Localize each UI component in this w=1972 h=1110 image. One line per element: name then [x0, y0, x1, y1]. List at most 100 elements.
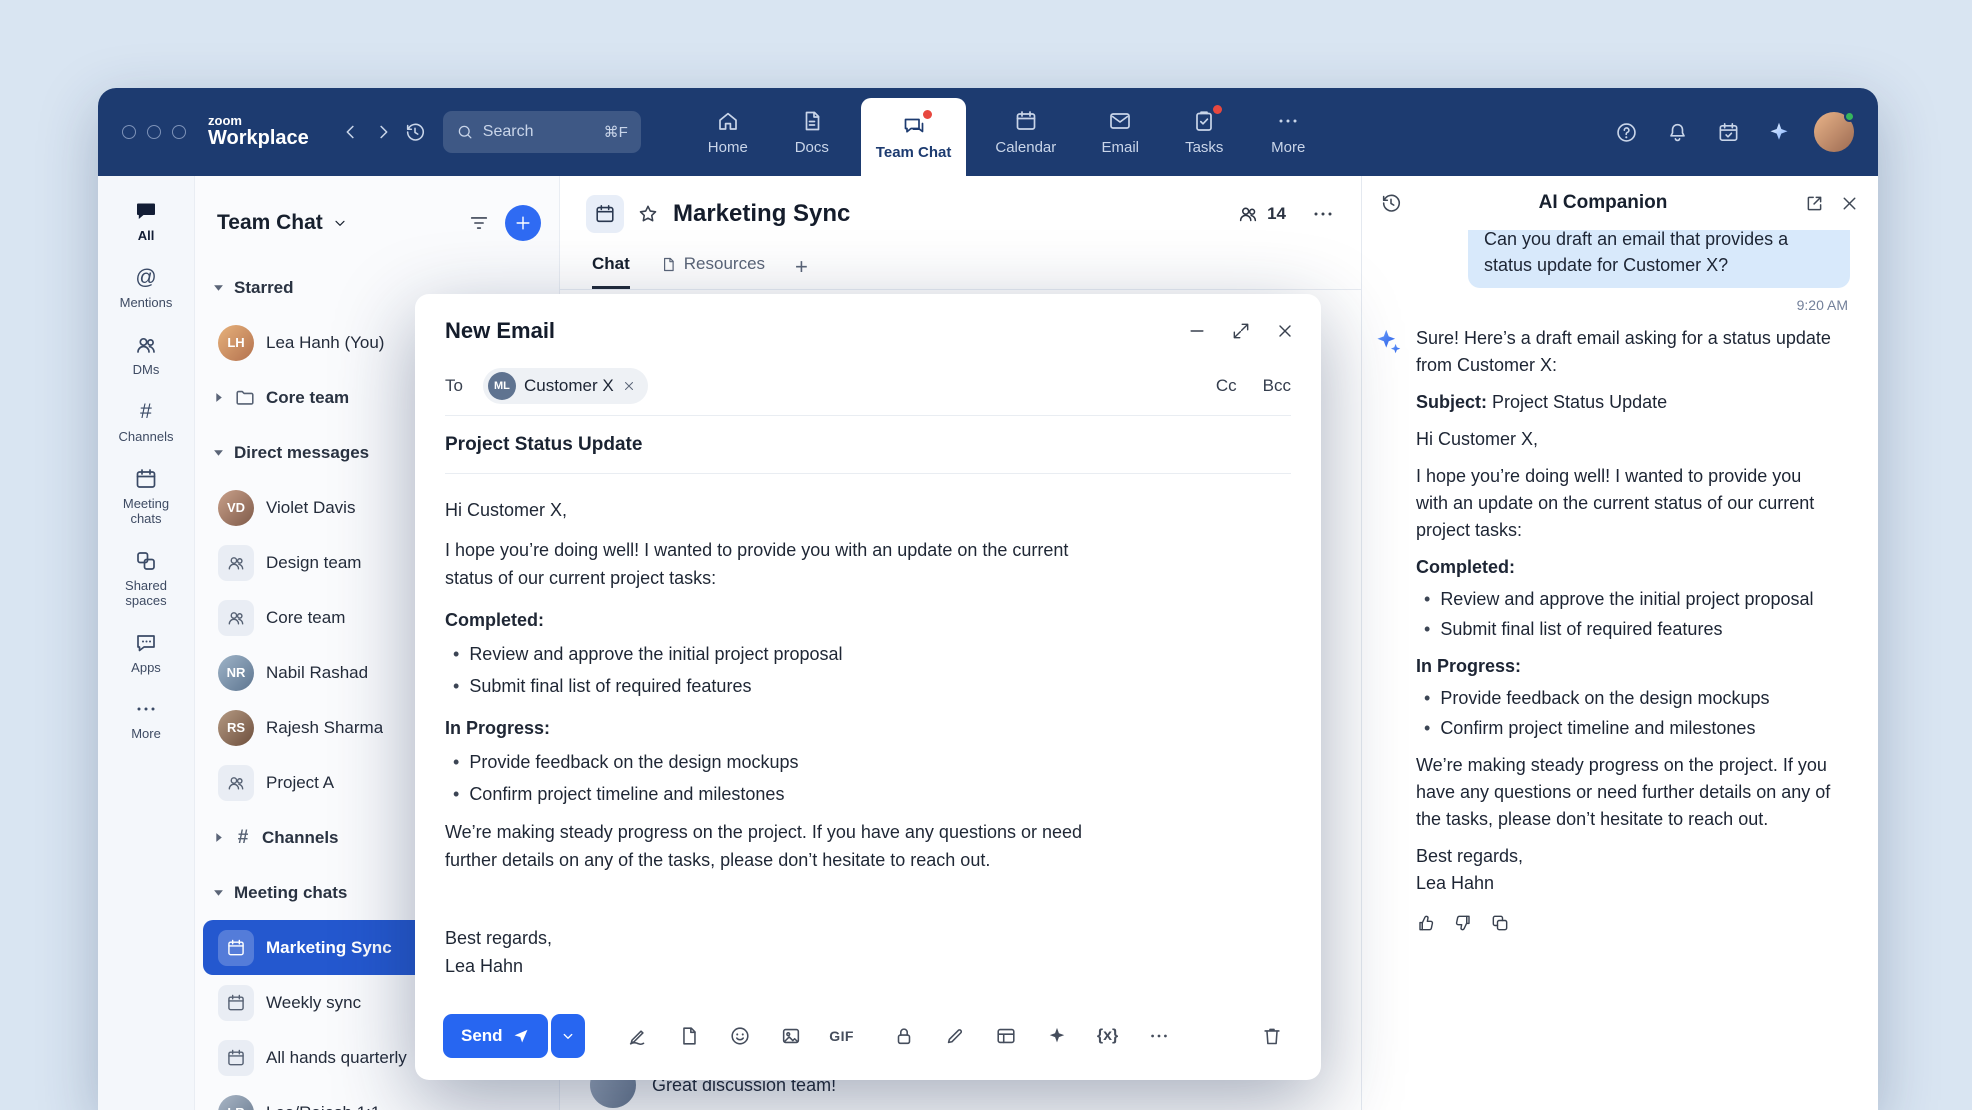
new-chat-button[interactable] [505, 205, 541, 241]
delete-draft-button[interactable] [1251, 1015, 1293, 1057]
help-icon[interactable] [1610, 114, 1642, 150]
rail-item-more[interactable]: More [107, 688, 185, 749]
hash-icon: # [140, 398, 152, 426]
tab-chat[interactable]: Chat [592, 254, 630, 289]
history-icon[interactable] [1380, 192, 1402, 214]
completed-list: Review and approve the initial project p… [445, 640, 1085, 700]
chat-bubble-icon [134, 197, 158, 225]
variables-button[interactable]: {x} [1087, 1015, 1129, 1057]
caret-down-icon [213, 887, 224, 898]
bcc-button[interactable]: Bcc [1263, 376, 1291, 396]
gif-picker-button[interactable]: GIF [821, 1015, 863, 1057]
ai-feedback-bar [1416, 913, 1836, 933]
image-icon[interactable] [770, 1015, 812, 1057]
timestamp: 9:20 AM [1374, 297, 1848, 313]
ellipsis-icon [1276, 108, 1300, 134]
attach-file-icon[interactable] [668, 1015, 710, 1057]
caret-right-icon [213, 392, 224, 403]
meeting-chat-icon [218, 985, 254, 1021]
tasks-icon [1192, 108, 1216, 134]
close-window-button[interactable] [122, 125, 136, 139]
rail-item-all[interactable]: All [107, 190, 185, 251]
thumbs-down-button[interactable] [1453, 913, 1473, 933]
new-email-modal: New Email To ML Customer X Cc Bcc Projec… [415, 294, 1321, 1080]
ai-companion-icon[interactable] [1763, 114, 1795, 150]
rail-item-meeting-chats[interactable]: Meeting chats [107, 458, 185, 534]
nav-team-chat[interactable]: Team Chat [861, 98, 967, 176]
panel-title: AI Companion [1416, 192, 1790, 214]
shared-spaces-icon [134, 547, 158, 575]
team-chat-icon [902, 113, 926, 139]
signature-icon[interactable] [617, 1015, 659, 1057]
thumbs-up-button[interactable] [1416, 913, 1436, 933]
star-icon[interactable] [637, 203, 659, 225]
nav-home[interactable]: Home [693, 88, 763, 176]
ellipsis-icon [134, 695, 158, 723]
nav-tasks[interactable]: Tasks [1169, 88, 1239, 176]
email-icon [1108, 108, 1132, 134]
search-input[interactable]: Search ⌘F [443, 111, 641, 153]
chat-tabs: Chat Resources + [560, 242, 1361, 290]
member-count: 14 [1267, 204, 1286, 224]
team-icon [218, 600, 254, 636]
logo-zoom: zoom [208, 114, 309, 128]
more-tools-button[interactable] [1138, 1015, 1180, 1057]
open-in-new-icon[interactable] [1804, 193, 1825, 214]
cc-button[interactable]: Cc [1216, 376, 1237, 396]
close-icon[interactable] [1839, 193, 1860, 214]
search-icon [456, 123, 474, 141]
to-field[interactable]: To ML Customer X Cc Bcc [445, 356, 1291, 416]
forward-button[interactable] [367, 114, 399, 150]
zoom-window-button[interactable] [172, 125, 186, 139]
copy-button[interactable] [1490, 913, 1510, 933]
email-body-editor[interactable]: Hi Customer X, I hope you’re doing well!… [415, 474, 1115, 1014]
rail-item-mentions[interactable]: @ Mentions [107, 257, 185, 318]
user-avatar[interactable] [1814, 112, 1854, 152]
edit-pencil-icon[interactable] [934, 1015, 976, 1057]
search-placeholder: Search [483, 123, 534, 141]
rail-item-shared-spaces[interactable]: Shared spaces [107, 540, 185, 616]
chat-header: Marketing Sync 14 [560, 176, 1361, 242]
members-button[interactable]: 14 [1237, 203, 1286, 225]
minimize-window-button[interactable] [147, 125, 161, 139]
send-options-button[interactable] [551, 1014, 585, 1058]
nav-more[interactable]: More [1253, 88, 1323, 176]
chat-rail: All @ Mentions DMs # Channels Meeting ch… [98, 176, 195, 1110]
emoji-icon[interactable] [719, 1015, 761, 1057]
sidebar-title-dropdown[interactable]: Team Chat [217, 211, 348, 235]
rail-item-apps[interactable]: Apps [107, 622, 185, 683]
topbar-right-cluster [1610, 112, 1854, 152]
lock-icon[interactable] [883, 1015, 925, 1057]
subject-field[interactable]: Project Status Update [445, 416, 1291, 474]
people-icon [134, 331, 158, 359]
nav-email[interactable]: Email [1085, 88, 1155, 176]
tab-resources[interactable]: Resources [660, 254, 765, 289]
remove-recipient-button[interactable] [622, 379, 636, 393]
back-button[interactable] [335, 114, 367, 150]
ai-sparkle-icon[interactable] [1036, 1015, 1078, 1057]
nav-calendar[interactable]: Calendar [980, 88, 1071, 176]
recipient-chip[interactable]: ML Customer X [483, 368, 648, 404]
history-icon[interactable] [399, 114, 431, 150]
filter-button[interactable] [468, 212, 490, 234]
nav-docs[interactable]: Docs [777, 88, 847, 176]
folder-icon [234, 387, 256, 409]
expand-button[interactable] [1231, 321, 1251, 341]
team-icon [218, 545, 254, 581]
ai-conversation[interactable]: Can you draft an email that provides a s… [1362, 230, 1878, 1110]
rail-item-channels[interactable]: # Channels [107, 391, 185, 452]
more-options-button[interactable] [1311, 202, 1335, 226]
add-tab-button[interactable]: + [795, 254, 808, 289]
docs-icon [800, 108, 824, 134]
notifications-bell-icon[interactable] [1661, 114, 1693, 150]
subject-label: Subject: [1416, 392, 1487, 412]
unread-dot [1213, 105, 1222, 114]
sidebar-item-lea-rajesh-1-1[interactable]: LR Lea/Rajesh 1:1 [203, 1085, 551, 1110]
close-button[interactable] [1275, 321, 1295, 341]
rail-item-dms[interactable]: DMs [107, 324, 185, 385]
upcoming-meetings-icon[interactable] [1712, 114, 1744, 150]
send-button[interactable]: Send [443, 1014, 548, 1058]
layout-template-icon[interactable] [985, 1015, 1027, 1057]
logo-workplace: Workplace [208, 128, 309, 150]
minimize-button[interactable] [1187, 321, 1207, 341]
